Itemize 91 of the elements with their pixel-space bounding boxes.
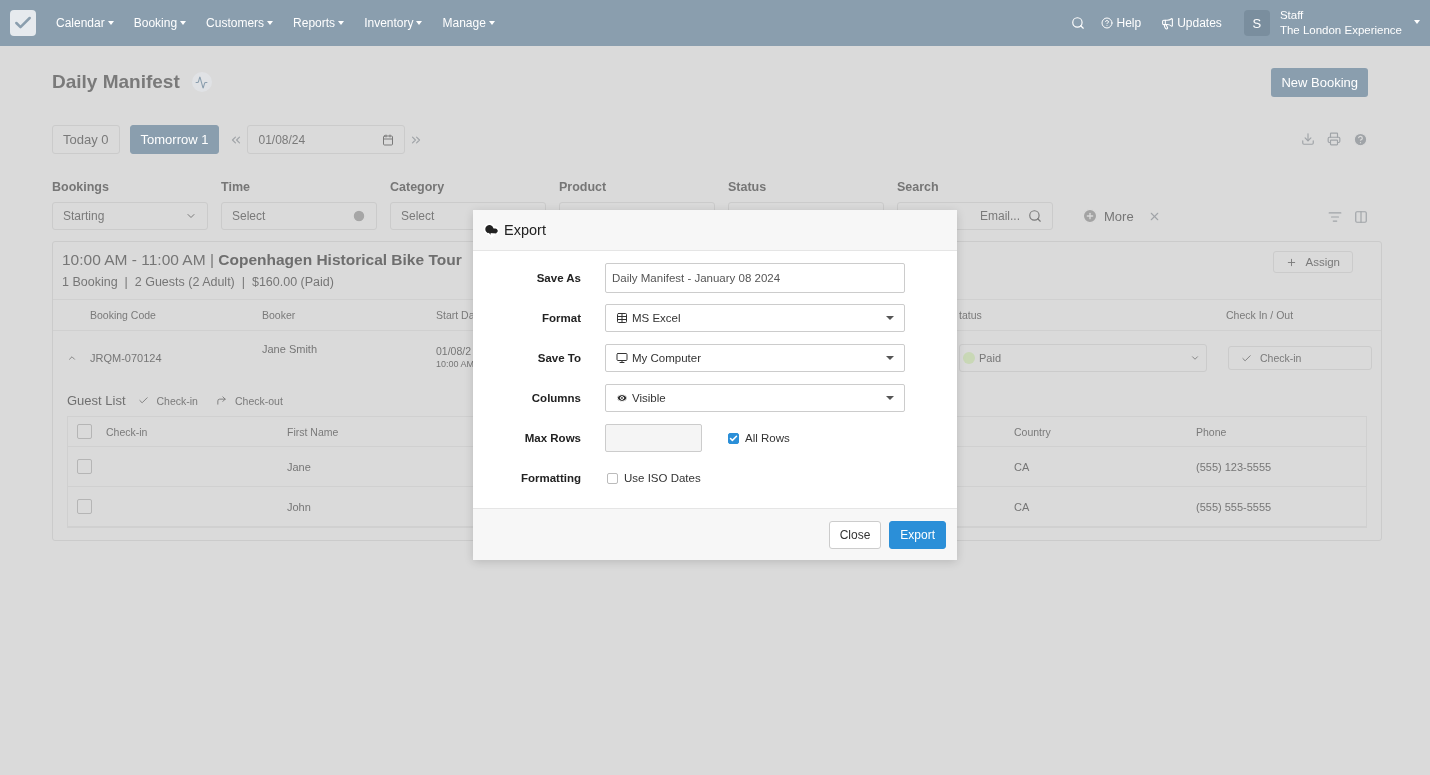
calendar-icon [382,133,395,146]
guest-list-title: Guest List [67,393,126,408]
table-cell-text: JRQM-070124 [89,351,163,366]
megaphone-icon [1161,16,1175,30]
help-icon[interactable] [1353,132,1368,147]
table-cell: John [278,487,468,527]
table-cell-text: Jane Smith [261,342,319,357]
filter-label: Bookings [52,180,110,194]
max-rows-field[interactable] [605,424,702,452]
check-in-button[interactable]: Check-in [150,393,204,408]
export-button[interactable]: Export [889,520,946,549]
table-icon [616,312,628,324]
user-avatar: S [1243,10,1270,36]
all-rows-checkbox[interactable]: All Rows [728,432,790,444]
column-header: First Name [278,417,468,447]
field-label: Max Rows [523,432,581,444]
nav-menu-item[interactable]: Manage [442,16,495,30]
format-select[interactable]: MS Excel [605,304,905,332]
search-icon[interactable] [1071,16,1086,30]
row-checkbox[interactable] [77,459,92,474]
nav-menu-item[interactable]: Reports [293,16,345,30]
plus-circle-icon [1082,208,1098,224]
assign-button[interactable]: Assign [1273,251,1353,273]
filter-label: Search [897,180,940,194]
plus-icon [1286,256,1298,268]
table-cell: 01/08/2 10:00 AM [436,345,475,371]
user-menu[interactable]: Staff The London Experience [1279,8,1402,38]
field-label: Columns [530,392,581,404]
save-as-field[interactable]: Daily Manifest - January 08 2024 [605,263,905,293]
page-title: Daily Manifest [52,71,180,93]
check-icon [137,395,149,406]
arrow-icon [215,395,227,406]
columns-select[interactable]: Visible [605,384,905,412]
new-booking-button[interactable]: New Booking [1271,67,1368,97]
check-icon [729,433,738,443]
monitor-icon [616,352,628,364]
field-label: Save To [536,352,581,364]
nav-menu-item[interactable]: Booking [133,16,187,30]
select-all-checkbox[interactable] [77,424,92,439]
filter-label: Status [728,180,768,194]
help-link[interactable]: Help [1116,16,1142,30]
table-cell: Jane [278,447,468,487]
row-checkbox[interactable] [77,499,92,514]
more-filters-button[interactable]: More [1104,202,1134,230]
check-in-button[interactable]: Check-in [1228,346,1372,370]
help-icon [1101,17,1114,29]
cloud-download-icon [483,221,500,239]
activity-icon [191,72,212,92]
session-heading: 10:00 AM - 11:00 AM | Copenhagen Historical Bike Tour [62,251,462,269]
search-icon [1028,209,1042,223]
field-label: Format [541,312,581,324]
close-button[interactable]: Close [828,520,882,549]
day-tab[interactable]: Today 0 [52,125,120,154]
table-cell: (555) 555-5555 [1187,487,1366,527]
date-field[interactable]: 01/08/24 [247,125,406,154]
select-field[interactable]: Starting [52,202,208,230]
columns-icon[interactable] [1354,210,1368,224]
column-header: Booker [253,299,427,331]
iso-dates-checkbox[interactable]: Use ISO Dates [607,472,905,484]
collapse-icon[interactable] [67,353,77,363]
download-icon[interactable] [1301,132,1315,146]
save-to-select[interactable]: My Computer [605,344,905,372]
nav-menu-item[interactable]: Calendar [56,16,114,30]
table-cell: CA [1005,487,1187,527]
field-label: Save As [535,272,581,284]
column-header: Phone [1187,417,1366,447]
column-header: Country [1005,417,1187,447]
filter-label: Category [390,180,446,194]
column-header: Check-in [97,417,278,447]
check-icon [1241,352,1252,364]
caret-icon [1414,20,1420,24]
status-select[interactable]: Paid [959,344,1207,372]
column-header: Check In / Out [1217,299,1381,331]
check-out-button[interactable]: Check-out [228,393,289,408]
field-label: Formatting [519,472,581,484]
time-field[interactable]: Select [221,202,377,230]
session-summary: 1 Booking | 2 Guests (2 Adult) | $160.00 (Paid) [62,275,335,289]
updates-link[interactable]: Updates [1177,16,1222,30]
eye-icon [616,392,628,404]
print-icon[interactable] [1327,132,1341,146]
filter-label: Product [559,180,608,194]
sort-icon[interactable] [1328,210,1342,224]
table-cell: CA [1005,447,1187,487]
filter-label: Time [221,180,251,194]
nav-menu-item[interactable]: Inventory [364,16,423,30]
checkmark-logo-icon[interactable] [10,10,36,36]
day-tab[interactable]: Tomorrow 1 [129,125,220,154]
chevron-down-icon [1190,353,1200,363]
column-header: Booking Code [81,299,253,331]
nav-menu-item[interactable]: Customers [206,16,274,30]
table-cell: (555) 123-5555 [1187,447,1366,487]
